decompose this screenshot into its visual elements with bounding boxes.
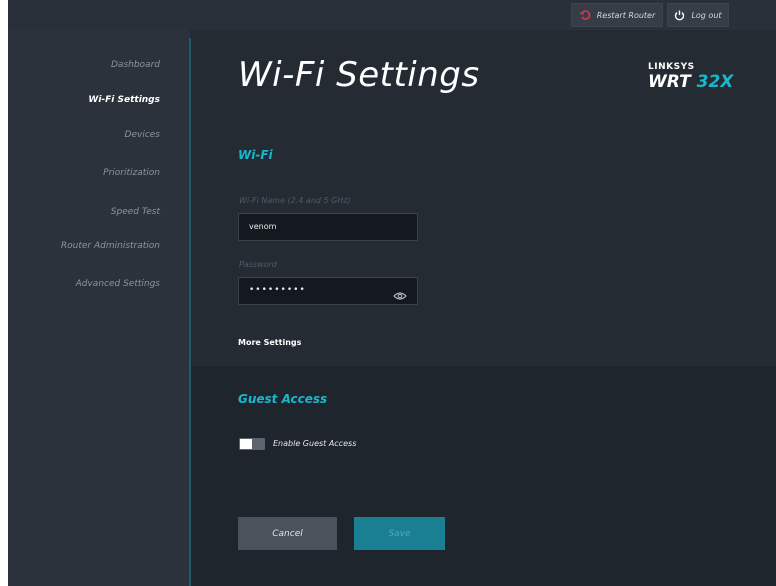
password-label: Password: [239, 260, 277, 269]
guest-section-title: Guest Access: [238, 392, 328, 406]
sidebar: Dashboard Wi-Fi Settings Devices Priorit…: [8, 30, 190, 586]
logo-model-b: 32X: [696, 72, 734, 92]
sidebar-item-devices[interactable]: Devices: [8, 130, 190, 140]
sidebar-item-speed-test[interactable]: Speed Test: [8, 207, 190, 217]
sidebar-item-router-administration[interactable]: Router Administration: [8, 241, 190, 251]
wifi-name-field[interactable]: venom: [238, 213, 418, 241]
wifi-name-value: venom: [249, 222, 277, 231]
restart-router-button[interactable]: Restart Router: [571, 3, 663, 27]
password-field[interactable]: •••••••••: [238, 277, 418, 305]
password-value: •••••••••: [249, 285, 306, 295]
linksys-logo: LINKSYS WRT 32X: [648, 62, 738, 96]
power-icon: [674, 10, 685, 21]
sidebar-item-dashboard[interactable]: Dashboard: [8, 60, 190, 70]
logout-label: Log out: [691, 10, 722, 20]
save-button[interactable]: Save: [354, 517, 445, 550]
page-title: Wi-Fi Settings: [238, 55, 480, 95]
logo-brand: LINKSYS: [648, 62, 695, 72]
wifi-name-label: Wi-Fi Name (2.4 and 5 GHz): [239, 196, 351, 205]
toggle-knob: [240, 439, 252, 449]
guest-access-toggle[interactable]: [239, 438, 265, 450]
sidebar-item-wifi-settings[interactable]: Wi-Fi Settings: [8, 95, 190, 105]
restart-router-label: Restart Router: [596, 10, 656, 20]
sidebar-item-advanced-settings[interactable]: Advanced Settings: [8, 279, 190, 289]
restart-icon: [579, 10, 591, 20]
app-frame: Restart Router Log out Dashboard Wi-Fi S…: [8, 0, 776, 586]
logout-button[interactable]: Log out: [667, 3, 729, 27]
cancel-button[interactable]: Cancel: [238, 517, 337, 550]
top-bar: Restart Router Log out: [8, 0, 776, 30]
logo-model-a: WRT: [648, 72, 691, 92]
sidebar-item-prioritization[interactable]: Prioritization: [8, 168, 190, 178]
guest-access-label: Enable Guest Access: [273, 439, 357, 448]
more-settings-link[interactable]: More Settings: [238, 338, 301, 347]
logo-model: WRT 32X: [648, 72, 733, 92]
eye-icon[interactable]: [393, 286, 407, 305]
wifi-section-title: Wi-Fi: [238, 148, 273, 162]
